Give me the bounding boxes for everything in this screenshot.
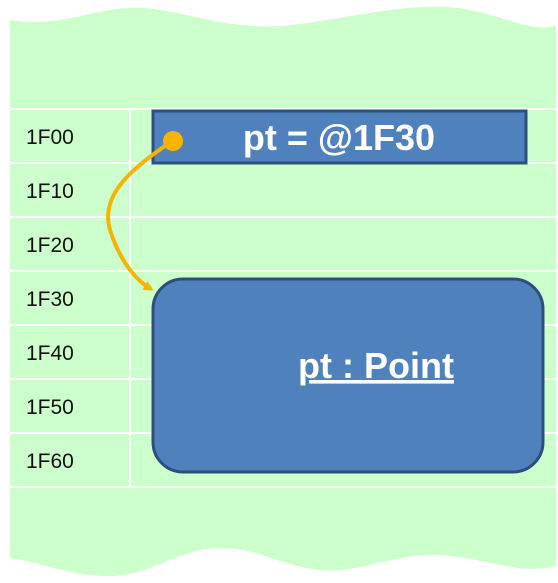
- address-label: 1F00: [26, 126, 74, 149]
- memory-diagram-svg: 1F00 1F10 1F20 1F30 1F40 1F50 1F60 pt = …: [10, 6, 556, 576]
- address-label: 1F30: [26, 288, 74, 311]
- object-label: pt : Point: [298, 345, 454, 386]
- reference-origin-dot: [163, 131, 183, 151]
- address-label: 1F40: [26, 342, 74, 365]
- address-label: 1F50: [26, 396, 74, 419]
- memory-top-wave: [10, 6, 556, 93]
- address-label: 1F10: [26, 180, 74, 203]
- memory-diagram: 1F00 1F10 1F20 1F30 1F40 1F50 1F60 pt = …: [0, 0, 558, 578]
- memory-bottom-wave: [10, 488, 556, 576]
- pointer-label: pt = @1F30: [243, 117, 435, 158]
- address-label: 1F60: [26, 450, 74, 473]
- address-label: 1F20: [26, 234, 74, 257]
